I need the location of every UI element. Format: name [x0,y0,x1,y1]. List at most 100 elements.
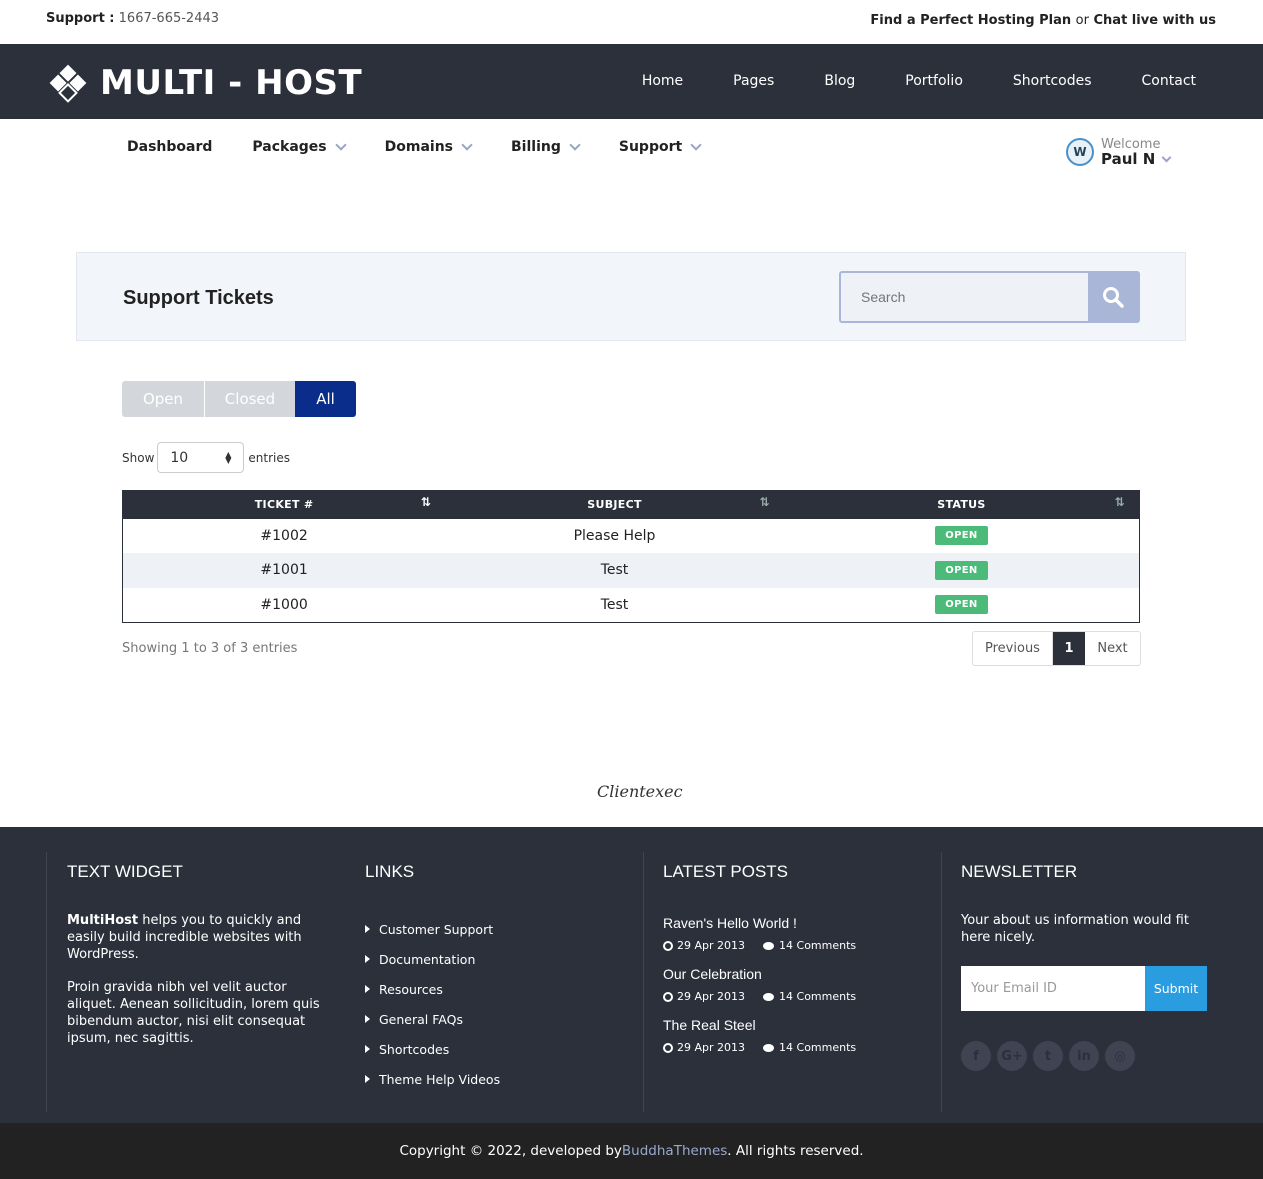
entries-label: entries [248,450,290,465]
main-header: MULTI - HOST Home Pages Blog Portfolio S… [0,44,1263,119]
post-date: 29 Apr 2013 [677,939,746,952]
footer-link[interactable]: General FAQs [365,1004,643,1034]
subnav-dashboard[interactable]: Dashboard [127,139,212,155]
search-input[interactable] [841,273,1088,321]
clock-icon [663,1042,673,1053]
col-subject-header[interactable]: SUBJECT ⇅ [445,490,784,519]
entries-value: 10 [170,449,189,466]
sort-icon: ⇅ [759,495,770,509]
footer-link[interactable]: Documentation [365,944,643,974]
links-widget: LINKS Customer Support Documentation Res… [365,852,643,1112]
ticket-filter-tabs: Open Closed All [122,381,356,417]
facebook-icon[interactable]: f [961,1041,991,1071]
chevron-down-icon [690,138,702,151]
search-box [839,271,1140,323]
col-ticket-header[interactable]: TICKET # ⇅ [122,490,446,519]
chat-live-link[interactable]: Chat live with us [1094,13,1217,28]
footer-link[interactable]: Theme Help Videos [365,1064,643,1094]
footer: TEXT WIDGET MultiHost helps you to quick… [0,827,1263,1123]
submit-button[interactable]: Submit [1145,966,1207,1011]
twitter-icon[interactable]: t [1033,1041,1063,1071]
previous-page-button[interactable]: Previous [973,632,1053,665]
user-menu[interactable]: W Welcome Paul N [1066,137,1172,167]
caret-right-icon [365,925,370,933]
developer-link[interactable]: BuddhaThemes [622,1143,727,1159]
col-status-header[interactable]: STATUS ⇅ [783,490,1140,519]
table-row[interactable]: #1001 Test OPEN [122,553,1140,588]
nav-blog[interactable]: Blog [824,73,855,89]
status-badge: OPEN [935,560,988,580]
support-label: Support : [46,11,115,26]
subnav-support[interactable]: Support [618,138,702,155]
tickets-header-panel: Support Tickets [76,252,1186,341]
linkedin-icon[interactable]: in [1069,1041,1099,1071]
social-icons: f G+ t in ◎ [961,1041,1221,1071]
subnav-label: Billing [511,139,561,155]
entries-select[interactable]: 10 ▲ ▼ [157,442,245,473]
ticket-number[interactable]: #1002 [123,519,446,554]
newsletter-form: Your Email ID Submit [961,966,1207,1011]
support-phone: 1667-665-2443 [118,11,220,26]
ticket-subject[interactable]: Test [445,588,784,623]
copyright-text: Copyright © 2022, developed by [399,1143,622,1159]
table-row[interactable]: #1002 Please Help OPEN [123,519,1140,554]
footer-link[interactable]: Shortcodes [365,1034,643,1064]
subnav-label: Support [618,139,683,155]
next-page-button[interactable]: Next [1085,632,1140,665]
post-title[interactable]: Raven's Hello World ! [663,915,941,931]
support-info: Support : 1667-665-2443 [46,11,219,26]
status-badge: OPEN [935,526,988,546]
post-comments[interactable]: 14 Comments [779,990,856,1003]
widget-title: LATEST POSTS [663,862,789,881]
table-row[interactable]: #1000 Test OPEN [123,588,1140,623]
main-nav: Home Pages Blog Portfolio Shortcodes Con… [642,73,1196,89]
ticket-subject[interactable]: Please Help [445,519,784,554]
caret-right-icon [365,1045,370,1053]
email-field[interactable]: Your Email ID [961,966,1145,1011]
copyright-suffix: . All rights reserved. [727,1143,864,1159]
post-title[interactable]: The Real Steel [663,1017,941,1033]
ticket-subject[interactable]: Test [445,553,784,588]
post-comments[interactable]: 14 Comments [779,939,856,952]
ticket-status-cell: OPEN [784,588,1140,623]
subnav-billing[interactable]: Billing [511,138,581,155]
table-info: Showing 1 to 3 of 3 entries [122,641,298,656]
chevron-down-icon [334,138,347,151]
pagination: Previous 1 Next [972,631,1141,666]
hosting-plan-link[interactable]: Find a Perfect Hosting Plan [870,13,1071,28]
ticket-number[interactable]: #1000 [123,588,446,623]
nav-shortcodes[interactable]: Shortcodes [1013,73,1092,89]
search-button[interactable] [1088,273,1138,321]
nav-contact[interactable]: Contact [1142,73,1196,89]
post-date: 29 Apr 2013 [677,1041,746,1054]
link-label: General FAQs [379,1011,463,1027]
subnav-packages[interactable]: Packages [252,138,347,155]
nav-pages[interactable]: Pages [733,73,774,89]
entries-length: Show 10 ▲ ▼ entries [122,442,290,473]
footer-link[interactable]: Customer Support [365,914,643,944]
caret-right-icon [365,955,370,963]
filter-open-button[interactable]: Open [122,381,204,417]
logo[interactable]: MULTI - HOST [46,61,362,105]
post-title[interactable]: Our Celebration [663,966,941,982]
page-title: Support Tickets [123,287,274,309]
col-label: TICKET # [254,498,314,512]
filter-all-button[interactable]: All [295,381,356,417]
avatar: W [1066,138,1094,166]
brand-name: MultiHost [67,913,139,928]
google-plus-icon[interactable]: G+ [997,1041,1027,1071]
nav-home[interactable]: Home [642,73,683,89]
page-1-button[interactable]: 1 [1053,632,1085,665]
filter-closed-button[interactable]: Closed [205,381,295,417]
nav-portfolio[interactable]: Portfolio [905,73,963,89]
dribbble-icon[interactable]: ◎ [1105,1041,1135,1071]
subnav-domains[interactable]: Domains [385,138,473,155]
caret-right-icon [365,1015,370,1023]
post-comments[interactable]: 14 Comments [779,1041,856,1054]
footer-link[interactable]: Resources [365,974,643,1004]
clock-icon [663,940,673,951]
comment-icon [763,1043,775,1052]
ticket-number[interactable]: #1001 [122,553,446,588]
clientexec-logo: Clientexec [597,782,683,801]
top-bar: Support : 1667-665-2443 Find a Perfect H… [0,0,1263,44]
